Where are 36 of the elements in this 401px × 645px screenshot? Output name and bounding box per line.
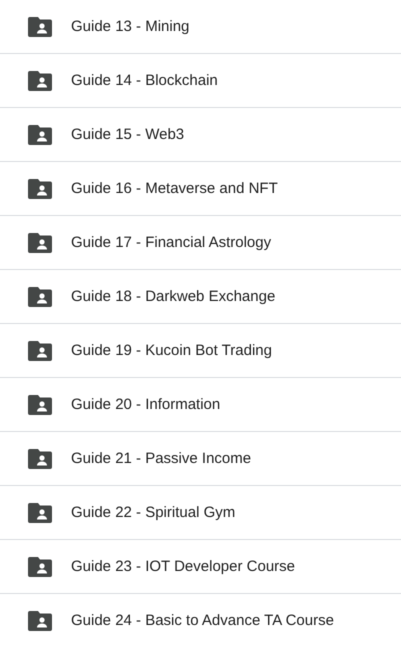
- folder-row[interactable]: Guide 16 - Metaverse and NFT: [0, 162, 401, 216]
- folder-row[interactable]: Guide 19 - Kucoin Bot Trading: [0, 324, 401, 378]
- folder-name: Guide 21 - Passive Income: [71, 450, 252, 467]
- folder-name: Guide 19 - Kucoin Bot Trading: [71, 342, 272, 359]
- folder-row[interactable]: Guide 24 - Basic to Advance TA Course: [0, 594, 401, 645]
- folder-row[interactable]: Guide 21 - Passive Income: [0, 432, 401, 486]
- shared-folder-icon: [28, 556, 52, 576]
- folder-name: Guide 18 - Darkweb Exchange: [71, 288, 276, 305]
- shared-folder-icon: [28, 286, 52, 306]
- shared-folder-icon: [28, 16, 52, 36]
- folder-name: Guide 23 - IOT Developer Course: [71, 558, 295, 575]
- folder-row[interactable]: Guide 15 - Web3: [0, 108, 401, 162]
- shared-folder-icon: [28, 610, 52, 630]
- folder-name: Guide 24 - Basic to Advance TA Course: [71, 612, 334, 629]
- shared-folder-icon: [28, 502, 52, 522]
- folder-row[interactable]: Guide 18 - Darkweb Exchange: [0, 270, 401, 324]
- folder-name: Guide 17 - Financial Astrology: [71, 234, 272, 251]
- folder-row[interactable]: Guide 13 - Mining: [0, 0, 401, 54]
- folder-name: Guide 14 - Blockchain: [71, 72, 218, 89]
- folder-row[interactable]: Guide 22 - Spiritual Gym: [0, 486, 401, 540]
- folder-name: Guide 22 - Spiritual Gym: [71, 504, 236, 521]
- shared-folder-icon: [28, 340, 52, 360]
- folder-name: Guide 16 - Metaverse and NFT: [71, 180, 278, 197]
- folder-name: Guide 15 - Web3: [71, 126, 184, 143]
- shared-folder-icon: [28, 394, 52, 414]
- shared-folder-icon: [28, 178, 52, 198]
- shared-folder-icon: [28, 232, 52, 252]
- folder-row[interactable]: Guide 20 - Information: [0, 378, 401, 432]
- folder-name: Guide 20 - Information: [71, 396, 220, 413]
- shared-folder-icon: [28, 448, 52, 468]
- folder-row[interactable]: Guide 14 - Blockchain: [0, 54, 401, 108]
- folder-row[interactable]: Guide 23 - IOT Developer Course: [0, 540, 401, 594]
- shared-folder-icon: [28, 124, 52, 144]
- folder-row[interactable]: Guide 17 - Financial Astrology: [0, 216, 401, 270]
- shared-folder-icon: [28, 70, 52, 90]
- folder-name: Guide 13 - Mining: [71, 18, 190, 35]
